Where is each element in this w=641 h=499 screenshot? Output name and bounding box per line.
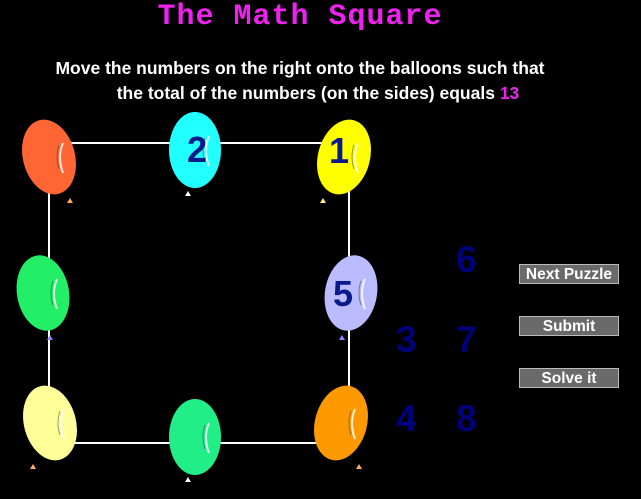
balloon-number-top-right[interactable]: 1	[329, 133, 349, 169]
balloon-bottom-middle[interactable]	[169, 399, 221, 482]
number-tile-8[interactable]: 8	[456, 400, 477, 437]
submit-button[interactable]: Submit	[519, 316, 619, 336]
balloon-number-top-middle[interactable]: 2	[187, 132, 207, 168]
balloon-number-middle-right[interactable]: 5	[333, 276, 353, 312]
math-square-board	[11, 112, 378, 482]
solve-it-button[interactable]: Solve it	[519, 368, 619, 388]
balloon-bottom-right[interactable]	[306, 380, 376, 469]
number-tile-6[interactable]: 6	[456, 241, 477, 278]
number-tile-4[interactable]: 4	[396, 400, 417, 437]
balloon-top-left[interactable]	[14, 114, 84, 203]
next-puzzle-button[interactable]: Next Puzzle	[519, 264, 619, 284]
balloon-middle-left[interactable]	[11, 251, 75, 340]
balloon-bottom-left[interactable]	[15, 380, 85, 469]
square-outline	[48, 142, 350, 444]
number-tile-7[interactable]: 7	[456, 321, 477, 358]
number-tile-3[interactable]: 3	[396, 321, 417, 358]
